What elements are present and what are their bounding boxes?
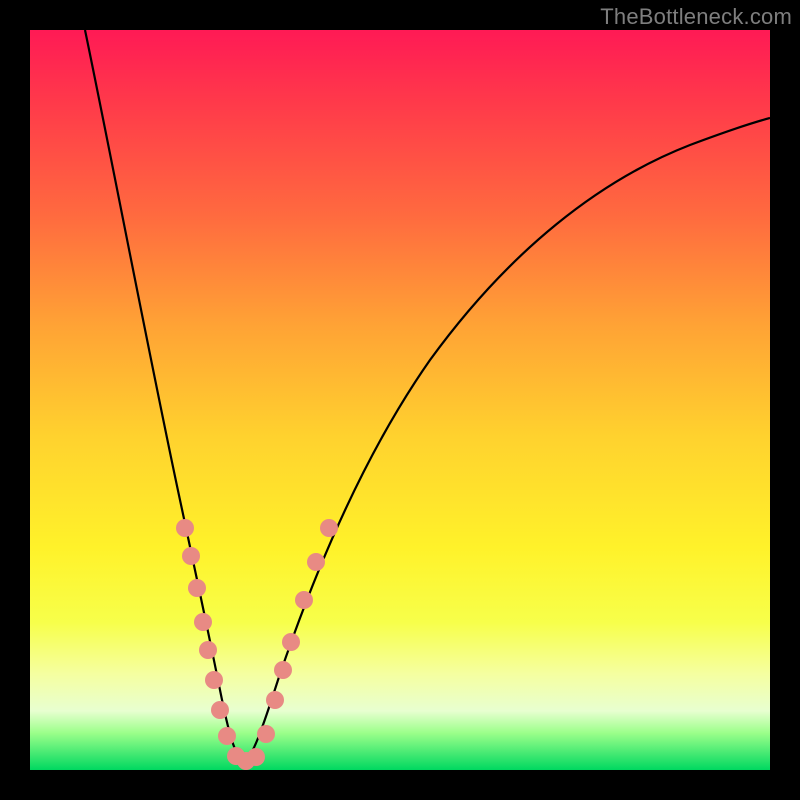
bottleneck-curve-left xyxy=(85,30,244,762)
marker-dot xyxy=(247,748,265,766)
marker-dot xyxy=(295,591,313,609)
marker-dot xyxy=(282,633,300,651)
marker-dot xyxy=(307,553,325,571)
watermark-text: TheBottleneck.com xyxy=(600,4,792,30)
marker-dot xyxy=(182,547,200,565)
marker-dot xyxy=(320,519,338,537)
marker-dot xyxy=(199,641,217,659)
marker-dot xyxy=(274,661,292,679)
marker-dot xyxy=(188,579,206,597)
marker-dot xyxy=(205,671,223,689)
bottleneck-curve-right xyxy=(244,118,770,762)
marker-dot xyxy=(211,701,229,719)
chart-frame: TheBottleneck.com xyxy=(0,0,800,800)
marker-dot xyxy=(257,725,275,743)
curve-layer xyxy=(30,30,770,770)
marker-dot xyxy=(218,727,236,745)
marker-dot xyxy=(176,519,194,537)
marker-dot xyxy=(194,613,212,631)
marker-dot xyxy=(266,691,284,709)
plot-area xyxy=(30,30,770,770)
curve-markers xyxy=(176,519,338,770)
